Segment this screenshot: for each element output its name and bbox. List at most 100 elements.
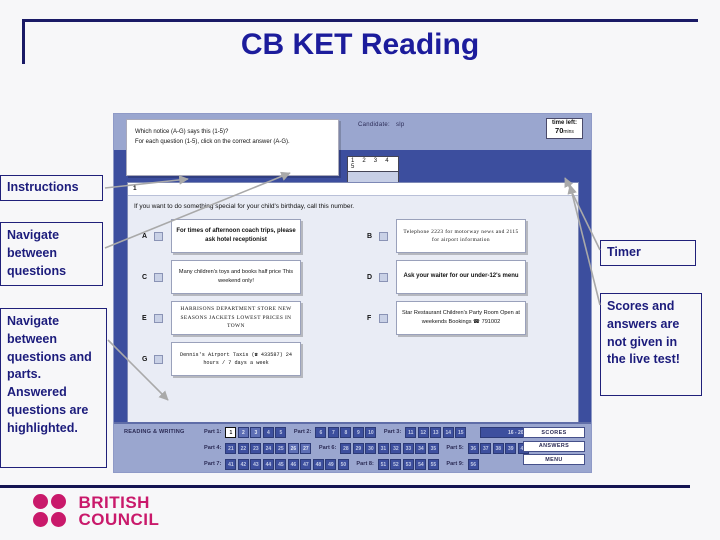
nav-question-button-56[interactable]: 56 [467,458,479,470]
callout-instructions-label: Instructions [7,180,79,194]
exam-nav-bar: READING & WRITING Part 1: 1 2 3 4 5 Part 2: 6 7 8 9… [114,422,591,472]
nav-question-button-38[interactable]: 38 [492,442,504,454]
callout-timer-label: Timer [607,245,641,259]
question-number-list[interactable]: 1 2 3 4 5 [347,156,399,172]
nav-section-title: READING & WRITING [124,429,185,435]
option-radio-g[interactable] [154,354,163,364]
page-title: CB KET Reading [240,28,480,61]
nav-question-button-34[interactable]: 34 [415,442,427,454]
nav-answers-button[interactable]: ANSWERS [523,440,585,452]
british-council-wordmark: BRITISH COUNCIL [78,494,159,528]
nav-question-button-10[interactable]: 10 [365,426,377,438]
option-radio-d[interactable] [379,272,388,282]
nav-part-label: Part 1: [204,429,222,435]
nav-question-button-21[interactable]: 21 [225,442,237,454]
nav-question-button-33[interactable]: 33 [402,442,414,454]
instructions-line-1: Which notice (A-G) says this (1-5)? [135,129,229,135]
nav-question-button-35[interactable]: 35 [427,442,439,454]
nav-question-button-3[interactable]: 3 [250,426,262,438]
nav-question-button-47[interactable]: 47 [300,458,312,470]
nav-question-button-15[interactable]: 15 [455,426,467,438]
option-letter-g: G [142,355,148,363]
nav-question-button-24[interactable]: 24 [262,442,274,454]
option-cell-b: B Telephone 2223 for motorway news and 21… [353,219,578,253]
exam-instructions-box: Which notice (A-G) says this (1-5)? For … [126,119,339,176]
option-radio-c[interactable] [154,272,163,282]
nav-question-button-11[interactable]: 11 [405,426,417,438]
nav-question-button-44[interactable]: 44 [262,458,274,470]
option-letter-c: C [142,273,148,281]
nav-question-button-48[interactable]: 48 [312,458,324,470]
nav-question-button-2[interactable]: 2 [237,426,249,438]
option-radio-e[interactable] [154,313,163,323]
nav-question-button-28[interactable]: 28 [340,442,352,454]
callout-navigate-questions-parts: Navigate between questions and parts. An… [0,308,107,468]
nav-question-button-41[interactable]: 41 [225,458,237,470]
nav-question-button-42[interactable]: 42 [237,458,249,470]
nav-question-button-12[interactable]: 12 [417,426,429,438]
option-notice-f[interactable]: Star Restaurant Children's Party Room Op… [396,301,526,335]
question-index: 1 [128,183,578,196]
nav-question-button-22[interactable]: 22 [237,442,249,454]
nav-question-button-50[interactable]: 50 [337,458,349,470]
nav-question-button-54[interactable]: 54 [415,458,427,470]
option-cell-a: A For times of afternoon coach trips, ple… [128,219,353,253]
nav-question-button-32[interactable]: 32 [390,442,402,454]
option-letter-f: F [367,314,372,322]
nav-question-button-36[interactable]: 36 [467,442,479,454]
question-pane: 1 If you want to do something special fo… [127,182,579,428]
nav-question-button-53[interactable]: 53 [402,458,414,470]
option-notice-d[interactable]: Ask your waiter for our under-12's menu [396,260,526,294]
nav-question-button-6[interactable]: 6 [315,426,327,438]
option-notice-b[interactable]: Telephone 2223 for motorway news and 211… [396,219,526,253]
nav-question-button-37[interactable]: 37 [480,442,492,454]
option-notice-a[interactable]: For times of afternoon coach trips, plea… [171,219,301,253]
option-radio-b[interactable] [379,231,388,241]
option-radio-a[interactable] [154,231,163,241]
option-cell-e: E HARRISONS DEPARTMENT STORE NEW SEASONS … [128,301,353,335]
nav-part-label: Part 7: [204,461,222,467]
nav-question-button-43[interactable]: 43 [250,458,262,470]
question-number-strip[interactable]: 1 2 3 4 5 [347,156,399,185]
nav-question-button-46[interactable]: 46 [287,458,299,470]
nav-question-button-7[interactable]: 7 [327,426,339,438]
nav-question-button-9[interactable]: 9 [352,426,364,438]
nav-question-button-51[interactable]: 51 [377,458,389,470]
nav-question-button-27[interactable]: 27 [300,442,312,454]
option-notice-c[interactable]: Many children's toys and books half pric… [171,260,301,294]
nav-question-button-13[interactable]: 13 [430,426,442,438]
nav-question-button-25[interactable]: 25 [275,442,287,454]
nav-question-button-49[interactable]: 49 [325,458,337,470]
nav-question-button-45[interactable]: 45 [275,458,287,470]
nav-question-button-55[interactable]: 55 [427,458,439,470]
nav-question-button-29[interactable]: 29 [352,442,364,454]
option-radio-f[interactable] [379,313,388,323]
nav-question-button-31[interactable]: 31 [377,442,389,454]
nav-question-button-14[interactable]: 14 [442,426,454,438]
nav-scores-button[interactable]: SCORES [523,427,585,438]
nav-question-button-52[interactable]: 52 [390,458,402,470]
nav-part-label: Part 8: [356,461,374,467]
nav-question-button-5[interactable]: 5 [275,426,287,438]
nav-row: Part 4: 21 22 23 24 25 26 27 Part 6: 28 29 30 31 32 33… [114,440,591,456]
option-letter-b: B [367,232,373,240]
callout-instructions: Instructions [0,175,103,201]
callout-navigate-questions-parts-label: Navigate between questions and parts. An… [7,314,92,435]
nav-question-button-4[interactable]: 4 [262,426,274,438]
nav-menu-button[interactable]: MENU [523,454,585,465]
option-cell-d: D Ask your waiter for our under-12's menu [353,260,578,294]
nav-rows: READING & WRITING Part 1: 1 2 3 4 5 Part 2: 6 7 8 9… [114,424,591,472]
nav-part-label: Part 5: [446,445,464,451]
nav-question-button-23[interactable]: 23 [250,442,262,454]
nav-question-button-30[interactable]: 30 [365,442,377,454]
top-horizontal-rule [22,19,698,22]
option-notice-g[interactable]: Dennis's Airport Taxis (☎ 433587) 24 hou… [171,342,301,376]
option-notice-e[interactable]: HARRISONS DEPARTMENT STORE NEW SEASONS J… [171,301,301,335]
instructions-line-2: For each question (1-5), click on the co… [135,139,290,146]
nav-question-button-26[interactable]: 26 [287,442,299,454]
nav-question-button-8[interactable]: 8 [340,426,352,438]
nav-question-button-39[interactable]: 39 [505,442,517,454]
option-row: G Dennis's Airport Taxis (☎ 433587) 24 ho… [128,342,578,376]
option-letter-a: A [142,232,148,240]
nav-question-button-1[interactable]: 1 [225,426,237,438]
